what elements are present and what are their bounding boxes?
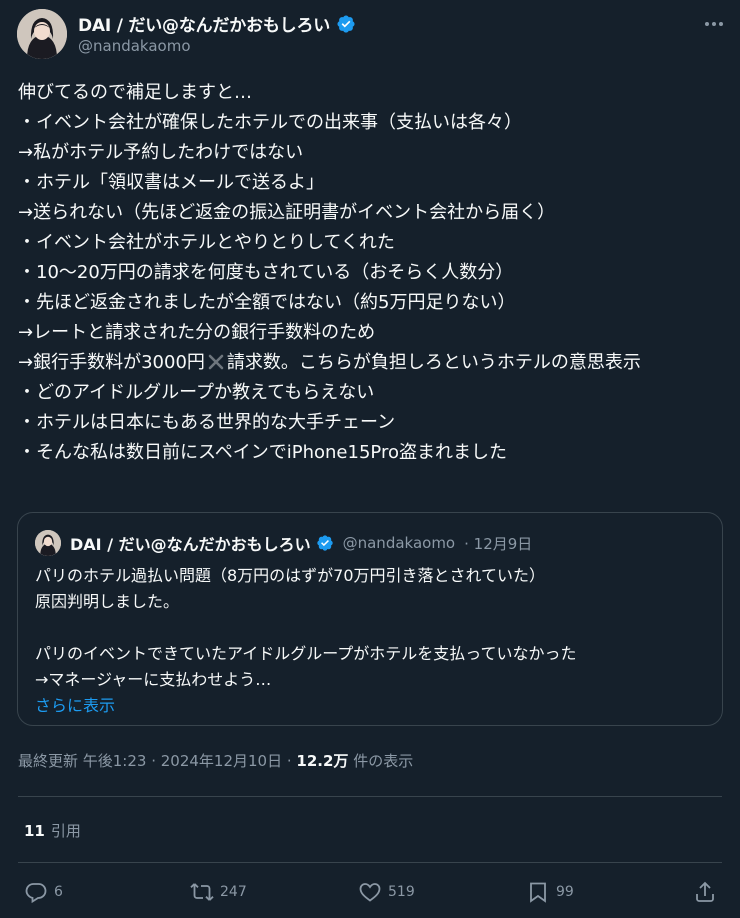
reply-icon <box>25 883 47 904</box>
like-icon <box>359 883 381 902</box>
quote-line-blank <box>35 615 715 641</box>
like-button[interactable]: 519 <box>358 880 415 904</box>
tweet-line: ・先ほど返金されましたが全額ではない（約5万円足りない） <box>18 292 516 313</box>
bookmark-count: 99 <box>556 884 574 900</box>
bookmark-icon <box>530 882 546 903</box>
action-bar: 6 247 519 99 <box>0 880 740 910</box>
quote-author-handle: @nandakaomo <box>342 534 456 552</box>
quote-line: 原因判明しました。 <box>35 592 180 611</box>
quotes-count: 11 <box>24 822 45 840</box>
quote-line: →マネージャーに支払わせよう… <box>35 670 272 689</box>
quote-avatar[interactable] <box>35 530 61 556</box>
share-button[interactable] <box>693 880 717 904</box>
avatar[interactable] <box>17 9 67 59</box>
show-more-link[interactable]: さらに表示 <box>35 693 715 719</box>
tweet-line: →私がホテル予約したわけではない <box>18 142 304 163</box>
tweet-line-bank-fee: →銀行手数料が3000円 <box>18 352 205 373</box>
author-row: DAI / だい@なんだかおもしろい <box>78 11 356 36</box>
verified-badge-icon <box>316 535 333 551</box>
tweet-line: 伸びてるので補足しますと… <box>18 82 252 103</box>
tweet-line: ・イベント会社がホテルとやりとりしてくれた <box>18 232 395 253</box>
tweet-detail: DAI / だい@なんだかおもしろい @nandakaomo 伸びてるので補足し… <box>0 0 740 918</box>
tweet-line: →銀行手数料が3000円 請求数。こちらが負担しろというホテルの意思表示 <box>18 348 718 378</box>
tweet-line: ・イベント会社が確保したホテルでの出来事（支払いは各々） <box>18 112 522 133</box>
divider <box>18 796 722 797</box>
quote-author-name: DAI / だい@なんだかおもしろい <box>70 535 311 554</box>
tweet-line: →レートと請求された分の銀行手数料のため <box>18 322 376 343</box>
view-count-label: 件の表示 <box>348 752 414 770</box>
cross-mark-icon <box>208 354 224 370</box>
tweet-line: ・ホテル「領収書はメールで送るよ」 <box>18 172 324 193</box>
quote-text: パリのホテル過払い問題（8万円のはずが70万円引き落とされていた） 原因判明しま… <box>35 563 715 719</box>
more-icon[interactable] <box>702 12 726 36</box>
reply-button[interactable]: 6 <box>24 880 63 904</box>
verified-badge-icon <box>337 14 355 33</box>
repost-icon <box>190 883 214 901</box>
tweet-line: ・どのアイドルグループか教えてもらえない <box>18 382 375 403</box>
tweet-line-bank-fee-rest: 請求数。こちらが負担しろというホテルの意思表示 <box>226 352 641 373</box>
quote-date[interactable]: · 12月9日 <box>464 533 532 554</box>
timestamp[interactable]: 最終更新 午後1:23 · 2024年12月10日 · <box>18 752 296 770</box>
author-handle[interactable]: @nandakaomo <box>78 37 191 55</box>
like-count: 519 <box>388 884 415 900</box>
tweet-line: ・ホテルは日本にもある世界的な大手チェーン <box>18 412 396 433</box>
author-name[interactable]: DAI / だい@なんだかおもしろい <box>78 11 330 36</box>
quotes-label: 引用 <box>50 822 81 840</box>
repost-button[interactable]: 247 <box>190 880 247 904</box>
tweet-meta: 最終更新 午後1:23 · 2024年12月10日 · 12.2万 件の表示 <box>18 750 413 771</box>
quote-tweet-card[interactable]: DAI / だい@なんだかおもしろい @nandakaomo · 12月9日 パ… <box>17 512 723 726</box>
reply-count: 6 <box>54 884 63 900</box>
share-icon <box>696 881 714 902</box>
repost-count: 247 <box>220 884 247 900</box>
quote-line: パリのホテル過払い問題（8万円のはずが70万円引き落とされていた） <box>35 566 546 585</box>
tweet-text: 伸びてるので補足しますと… ・イベント会社が確保したホテルでの出来事（支払いは各… <box>18 78 718 468</box>
tweet-line: ・10～20万円の請求を何度もされている（おそらく人数分） <box>18 262 514 283</box>
divider <box>18 862 722 863</box>
tweet-line: →送られない（先ほど返金の振込証明書がイベント会社から届く） <box>18 202 556 223</box>
quotes-link[interactable]: 11 引用 <box>24 820 81 841</box>
quote-header: DAI / だい@なんだかおもしろい @nandakaomo · 12月9日 <box>70 531 532 555</box>
tweet-line: ・そんな私は数日前にスペインでiPhone15Pro盗まれました <box>18 442 507 463</box>
quote-line: パリのイベントできていたアイドルグループがホテルを支払っていなかった <box>35 644 577 663</box>
view-count: 12.2万 <box>296 752 349 770</box>
bookmark-button[interactable]: 99 <box>526 880 574 904</box>
